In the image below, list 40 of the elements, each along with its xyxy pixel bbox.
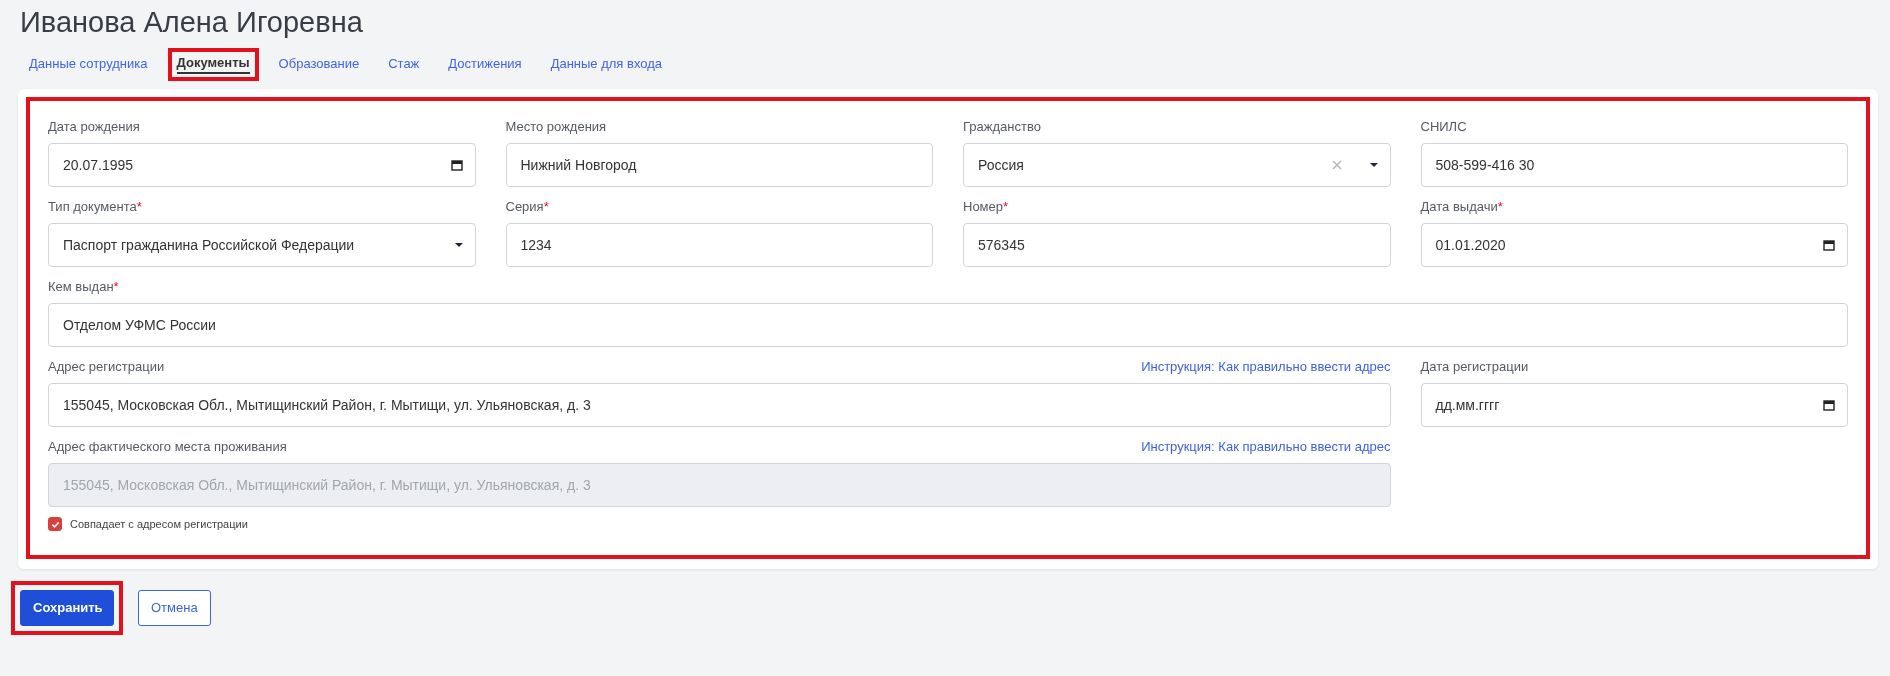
cancel-button[interactable]: Отмена xyxy=(138,589,211,626)
tab[interactable]: Стаж xyxy=(388,56,420,73)
date-field[interactable]: дд.мм.гггг xyxy=(1420,383,1848,427)
field-label: Адрес фактического места проживания xyxy=(48,439,287,454)
tab[interactable]: Документы xyxy=(176,55,250,74)
caret-icon[interactable] xyxy=(1369,163,1378,167)
field-label: Дата регистрации xyxy=(1420,359,1529,374)
calendar-icon[interactable] xyxy=(1823,239,1835,251)
calendar-icon[interactable] xyxy=(450,159,463,171)
input-field[interactable]: 576345 xyxy=(963,223,1391,267)
input-field[interactable]: Отделом УФМС России xyxy=(48,303,1848,347)
instruction-link[interactable]: Инструкция: Как правильно ввести адрес xyxy=(1141,359,1391,374)
caret-icon[interactable] xyxy=(454,243,463,247)
calendar-icon[interactable] xyxy=(1823,399,1835,411)
field-label: Адрес регистрации xyxy=(48,359,165,374)
checkbox[interactable] xyxy=(48,517,62,531)
input-field[interactable]: Нижний Новгород xyxy=(505,143,933,187)
input-field[interactable]: 1234 xyxy=(505,223,933,267)
tab[interactable]: Образование xyxy=(278,56,360,73)
field-label: Номер* xyxy=(963,199,1009,214)
input-field[interactable]: 155045, Московская Обл., Мытищинский Район, г. Мытищи, ул. Ульяновская, д. 3 xyxy=(48,383,1391,427)
select-field[interactable]: Россия xyxy=(963,143,1391,187)
field-label: Гражданство xyxy=(963,119,1041,134)
date-field[interactable]: 01.01.2020 xyxy=(1420,223,1848,267)
field-label: Дата выдачи* xyxy=(1420,199,1503,214)
input-field[interactable]: 508-599-416 30 xyxy=(1420,143,1848,187)
checkbox-label: Совпадает с адресом регистрации xyxy=(70,518,248,530)
tab[interactable]: Достижения xyxy=(448,56,522,73)
tab[interactable]: Данные сотрудника xyxy=(29,56,148,73)
save-button[interactable]: Сохранить xyxy=(20,589,114,626)
date-field[interactable]: 20.07.1995 xyxy=(48,143,476,187)
field-label: Тип документа* xyxy=(48,199,142,214)
page-title: Иванова Алена Игоревна xyxy=(20,5,364,40)
field-label: Место рождения xyxy=(505,119,607,134)
field-label: Серия* xyxy=(505,199,549,214)
field-label: Кем выдан* xyxy=(48,279,119,294)
field-label: СНИЛС xyxy=(1420,119,1467,134)
field-label: Дата рождения xyxy=(48,119,140,134)
tab[interactable]: Данные для входа xyxy=(550,56,663,73)
select-field[interactable]: Паспорт гражданина Российской Федерации xyxy=(48,223,476,267)
